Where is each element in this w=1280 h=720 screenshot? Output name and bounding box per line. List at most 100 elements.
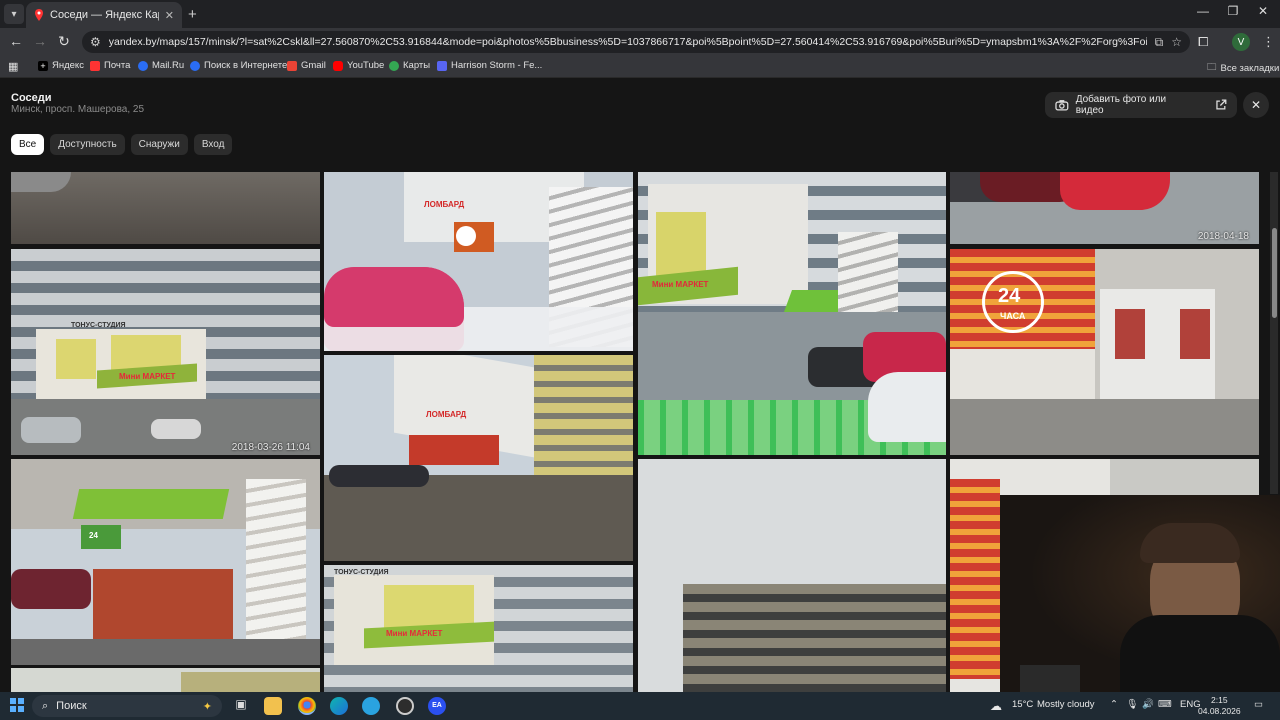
tray-chevron-icon[interactable]: ⌃ bbox=[1110, 699, 1118, 710]
gallery-photo[interactable]: Мини МАРКЕТ bbox=[638, 172, 946, 455]
external-link-icon bbox=[1216, 99, 1227, 110]
filter-chip-accessibility[interactable]: Доступность bbox=[50, 134, 125, 155]
map-pin-icon bbox=[35, 9, 43, 21]
extensions-icon[interactable]: ⧠ bbox=[1198, 34, 1208, 50]
photo-date: 2018-04-18 bbox=[1197, 231, 1249, 242]
gallery-photo[interactable]: ЛОМБАРД bbox=[324, 355, 633, 561]
all-bookmarks[interactable]: 🗀 Все закладки bbox=[1207, 60, 1279, 76]
sign-24: 24 bbox=[998, 285, 1021, 307]
system-clock[interactable]: 2:15 04.08.2026 bbox=[1198, 695, 1241, 717]
weather-text[interactable]: Mostly cloudy bbox=[1037, 699, 1095, 710]
yandex-mail-icon bbox=[90, 60, 100, 71]
menu-dots-icon[interactable]: ⋮ bbox=[1262, 34, 1275, 50]
gmail-icon bbox=[287, 60, 297, 71]
sign-minimarket: Мини МАРКЕТ bbox=[652, 280, 709, 289]
new-tab-icon[interactable]: + bbox=[188, 6, 197, 23]
bookmark-item[interactable]: Карты bbox=[389, 60, 430, 71]
scrollbar-thumb[interactable] bbox=[1272, 228, 1277, 318]
bookmark-item[interactable]: Mail.Ru bbox=[138, 60, 184, 71]
search-globe-icon bbox=[190, 60, 200, 71]
copilot-sparkle-icon: ✦ bbox=[202, 700, 212, 713]
gallery-photo[interactable] bbox=[11, 668, 320, 692]
browser-tab-bar: ▾ Соседи — Яндекс Карты ✕ + — ❐ ✕ bbox=[0, 0, 1280, 28]
file-explorer-icon[interactable] bbox=[264, 697, 282, 715]
apps-grid-icon[interactable]: ▦ bbox=[8, 60, 18, 73]
add-photo-button[interactable]: Добавить фото или видео bbox=[1045, 92, 1237, 118]
close-tab-icon[interactable]: ✕ bbox=[165, 9, 174, 22]
install-app-icon[interactable]: ⧉ bbox=[1155, 35, 1164, 50]
close-gallery-icon[interactable]: ✕ bbox=[1243, 92, 1269, 118]
chrome-icon[interactable] bbox=[298, 697, 316, 715]
gallery-photo[interactable]: ЛОМБАРД bbox=[324, 172, 633, 351]
sign-tonus: ТОНУС-СТУДИЯ bbox=[334, 569, 389, 576]
tab-title: Соседи — Яндекс Карты bbox=[50, 9, 159, 21]
sign-lombard: ЛОМБАРД bbox=[426, 410, 467, 419]
profile-avatar[interactable]: V bbox=[1232, 33, 1250, 51]
gallery-photo[interactable] bbox=[11, 172, 320, 244]
bookmark-item[interactable]: YouTube bbox=[333, 60, 384, 71]
restore-icon[interactable]: ❐ bbox=[1218, 4, 1248, 18]
browser-tab[interactable]: Соседи — Яндекс Карты ✕ bbox=[26, 2, 182, 28]
webcam-overlay bbox=[1000, 495, 1280, 692]
taskbar-search[interactable]: ⌕ Поиск ✦ bbox=[32, 695, 222, 717]
weather-temp[interactable]: 15°C bbox=[1012, 699, 1033, 710]
edge-icon[interactable] bbox=[330, 697, 348, 715]
minimize-icon[interactable]: — bbox=[1188, 4, 1218, 18]
gallery-photo[interactable]: 24 ЧАСА bbox=[950, 249, 1259, 455]
photo-date: 2018-03-26 11:04 bbox=[231, 442, 310, 453]
task-view-icon[interactable]: ▣ bbox=[232, 697, 250, 715]
ea-app-icon[interactable]: EA bbox=[428, 697, 446, 715]
address-toolbar: ← → ↻ ⚙ yandex.by/maps/157/minsk/?l=sat%… bbox=[0, 28, 1280, 56]
org-address: Минск, просп. Машерова, 25 bbox=[11, 104, 145, 115]
youtube-icon bbox=[333, 60, 343, 71]
gallery-photo[interactable] bbox=[638, 459, 946, 692]
camera-icon bbox=[1055, 100, 1069, 111]
bookmark-item[interactable]: Harrison Storm - Fe... bbox=[437, 60, 542, 71]
bookmark-item[interactable]: + Яндекс bbox=[38, 60, 84, 71]
windows-start-icon[interactable] bbox=[10, 698, 24, 712]
forward-icon[interactable]: → bbox=[30, 33, 50, 49]
bookmark-item[interactable]: Почта bbox=[90, 60, 130, 71]
address-bar[interactable]: ⚙ yandex.by/maps/157/minsk/?l=sat%2Cskl&… bbox=[82, 31, 1190, 53]
sign-chasa: ЧАСА bbox=[1000, 311, 1026, 321]
filter-chip-entrance[interactable]: Вход bbox=[193, 134, 233, 155]
windows-taskbar: ⌕ Поиск ✦ ▣ EA ☁ 15°C Mostly cloudy ⌃ 🎙 … bbox=[0, 692, 1280, 720]
mailru-icon bbox=[138, 60, 148, 71]
photo-filter-chips: Все Доступность Снаружи Вход bbox=[11, 134, 233, 155]
gallery-photo[interactable]: Мини МАРКЕТ ТОНУС-СТУДИЯ 2018-03-26 11:0… bbox=[11, 249, 320, 455]
search-icon: ⌕ bbox=[42, 699, 49, 712]
notifications-icon[interactable]: ▭ bbox=[1254, 699, 1263, 710]
keyboard-icon[interactable]: ⌨ bbox=[1158, 699, 1172, 710]
reload-icon[interactable]: ↻ bbox=[54, 33, 74, 50]
site-info-icon[interactable]: ⚙ bbox=[90, 35, 101, 49]
gallery-photo[interactable]: Мини МАРКЕТ ТОНУС-СТУДИЯ bbox=[324, 565, 633, 692]
speaker-icon[interactable]: 🔊 bbox=[1142, 699, 1154, 710]
maps-pin-icon bbox=[389, 60, 399, 71]
discord-icon bbox=[437, 60, 447, 71]
telegram-icon[interactable] bbox=[362, 697, 380, 715]
weather-cloud-icon: ☁ bbox=[990, 699, 1002, 713]
close-window-icon[interactable]: ✕ bbox=[1248, 4, 1278, 18]
org-name: Соседи bbox=[11, 92, 52, 104]
bookmark-star-icon[interactable]: ☆ bbox=[1171, 35, 1182, 49]
filter-chip-all[interactable]: Все bbox=[11, 134, 45, 155]
bookmarks-bar: ▦ + Яндекс Почта Mail.Ru Поиск в Интернет… bbox=[0, 56, 1280, 78]
bookmark-item[interactable]: Gmail bbox=[287, 60, 326, 71]
filter-chip-outside[interactable]: Снаружи bbox=[130, 134, 188, 155]
tab-list-button[interactable]: ▾ bbox=[4, 4, 24, 24]
back-icon[interactable]: ← bbox=[6, 33, 26, 49]
yandex-plus-icon: + bbox=[38, 60, 48, 71]
sign-tonus: ТОНУС-СТУДИЯ bbox=[71, 322, 126, 329]
sign-lombard: ЛОМБАРД bbox=[424, 200, 465, 209]
scrollbar-track[interactable] bbox=[1270, 172, 1278, 494]
bookmark-item[interactable]: Поиск в Интернете bbox=[190, 60, 287, 71]
gallery-photo[interactable]: 2018-04-18 bbox=[950, 172, 1259, 244]
sign-minimarket: Мини МАРКЕТ bbox=[386, 629, 443, 638]
gallery-photo[interactable]: 24 bbox=[11, 459, 320, 665]
url-text: yandex.by/maps/157/minsk/?l=sat%2Cskl&ll… bbox=[108, 36, 1147, 48]
folder-icon: 🗀 bbox=[1207, 62, 1217, 73]
obs-icon[interactable] bbox=[396, 697, 414, 715]
microphone-icon[interactable]: 🎙 bbox=[1126, 699, 1138, 710]
sign-24: 24 bbox=[89, 531, 98, 540]
sign-minimarket: Мини МАРКЕТ bbox=[119, 372, 176, 381]
